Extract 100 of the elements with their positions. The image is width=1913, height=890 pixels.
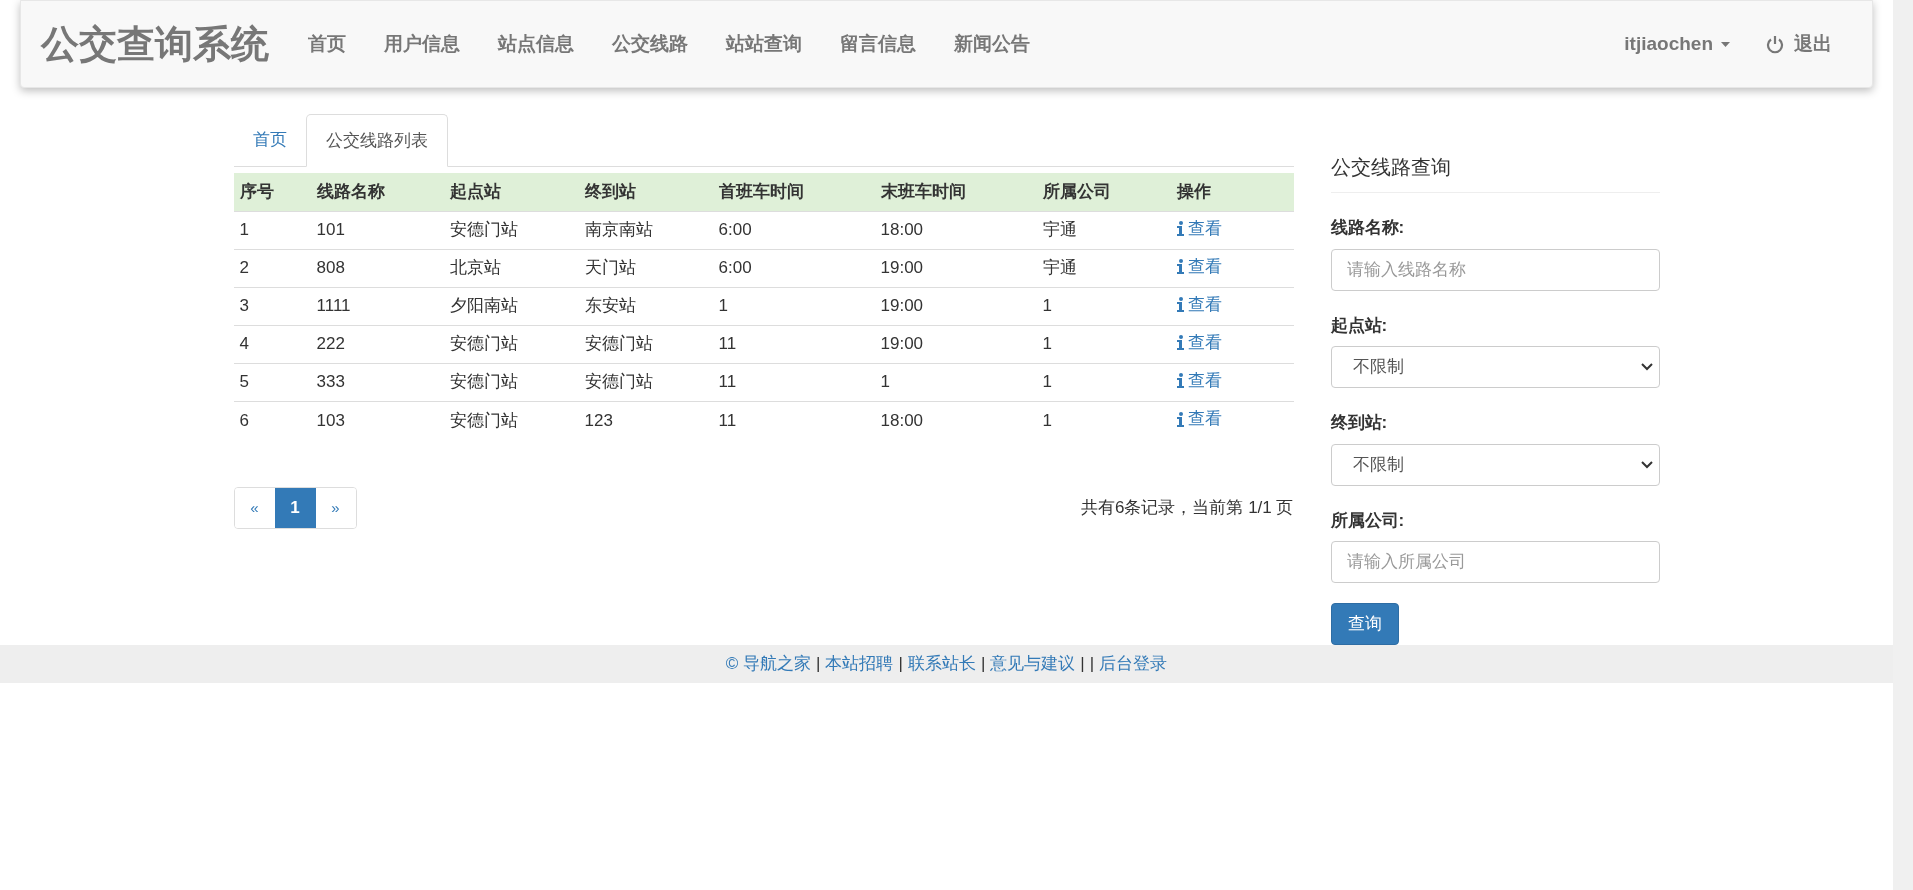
table-cell: 19:00 <box>874 287 1037 325</box>
info-icon <box>1176 335 1184 351</box>
table-cell: 18:00 <box>874 401 1037 439</box>
column-header: 终到站 <box>578 173 713 211</box>
input-field[interactable]: 请输入线路名称 <box>1330 248 1660 291</box>
info-icon <box>1176 221 1184 237</box>
field-label: 线路名称: <box>1330 217 1406 239</box>
table-cell: 安德门站 <box>443 363 579 401</box>
footer-link[interactable]: © 导航之家 <box>725 651 812 677</box>
table-cell: 1 <box>1036 401 1171 439</box>
separator: | <box>816 653 821 676</box>
table-cell: 6:00 <box>712 211 875 249</box>
column-header: 首班车时间 <box>712 173 875 211</box>
table-cell: 安德门站 <box>578 363 713 401</box>
table-cell: 19:00 <box>874 249 1037 287</box>
table-cell: 11 <box>712 401 875 439</box>
footer-link[interactable]: 意见与建议 <box>990 651 1076 677</box>
select-field[interactable]: 不限制 <box>1330 443 1660 486</box>
table-cell: 222 <box>310 325 444 363</box>
info-icon <box>1176 297 1184 313</box>
chevron-down-icon <box>1640 363 1653 371</box>
table-cell: 103 <box>310 401 444 439</box>
column-header: 所属公司 <box>1036 173 1171 211</box>
select-field[interactable]: 不限制 <box>1330 346 1660 388</box>
table-cell: 夕阳南站 <box>443 287 579 325</box>
separator: | <box>980 653 986 676</box>
table-cell: 19:00 <box>874 325 1037 363</box>
tab[interactable]: 首页 <box>233 114 306 166</box>
tab[interactable]: 公交线路列表 <box>305 114 448 167</box>
view-link[interactable]: 查看 <box>1176 254 1222 280</box>
table-cell: 2 <box>233 249 311 287</box>
table-cell: 安德门站 <box>443 211 579 249</box>
info-icon <box>1176 411 1184 427</box>
page-button[interactable]: 1 <box>274 488 316 528</box>
input-field[interactable]: 请输入所属公司 <box>1330 541 1660 583</box>
table-cell: 6:00 <box>712 249 875 287</box>
table-cell: 1 <box>233 211 311 249</box>
table-cell: 123 <box>578 401 713 439</box>
nav-link[interactable]: 留言信息 <box>821 29 935 59</box>
table-cell: 南京南站 <box>578 211 713 249</box>
table-cell: 5 <box>233 363 311 401</box>
table-cell: 11 <box>712 325 875 363</box>
footer-link[interactable]: 后台登录 <box>1099 651 1168 677</box>
user-menu[interactable]: itjiaochen <box>1624 29 1730 59</box>
view-link[interactable]: 查看 <box>1176 216 1222 242</box>
view-link[interactable]: 查看 <box>1176 330 1222 356</box>
table-cell: 18:00 <box>874 211 1037 249</box>
nav-link[interactable]: 站点信息 <box>479 29 593 59</box>
table-cell: 4 <box>233 325 311 363</box>
table-cell: 1 <box>1036 325 1171 363</box>
nav-link[interactable]: 公交线路 <box>593 29 707 59</box>
footer-link[interactable]: 联系站长 <box>907 651 976 677</box>
separator: | <box>1089 653 1095 676</box>
view-link[interactable]: 查看 <box>1176 292 1222 318</box>
table-cell: 宇通 <box>1036 211 1171 249</box>
nav-link[interactable]: 用户信息 <box>365 29 479 59</box>
table-cell: 6 <box>233 401 311 439</box>
record-summary: 共有6条记录，当前第 1/1 页 <box>1080 497 1294 520</box>
table-cell: 1 <box>712 287 875 325</box>
table-cell: 安德门站 <box>443 401 579 439</box>
table-cell: 1111 <box>310 287 444 325</box>
field-label: 所属公司: <box>1330 509 1406 532</box>
caret-icon <box>1721 41 1730 47</box>
table-cell: 333 <box>310 363 444 401</box>
table-cell: 安德门站 <box>578 325 713 363</box>
column-header: 操作 <box>1170 173 1294 211</box>
separator: | <box>898 653 903 676</box>
table-cell: 808 <box>310 249 444 287</box>
table-cell: 1 <box>1036 287 1171 325</box>
chevron-down-icon <box>1640 460 1653 469</box>
table-cell: 天门站 <box>578 249 713 287</box>
table-cell: 3 <box>233 287 311 325</box>
table-cell: 11 <box>712 363 875 401</box>
panel-title: 公交线路查询 <box>1330 152 1660 193</box>
table-cell: 1 <box>874 363 1037 401</box>
table-cell: 101 <box>310 211 444 249</box>
column-header: 起点站 <box>443 173 579 211</box>
table-cell: 安德门站 <box>443 325 579 363</box>
logout-link[interactable]: 退出 <box>1766 29 1832 59</box>
table-cell: 宇通 <box>1036 249 1171 287</box>
nav-link[interactable]: 站站查询 <box>707 29 821 59</box>
footer-link[interactable]: 本站招聘 <box>825 651 894 677</box>
nav-link[interactable]: 首页 <box>289 29 365 59</box>
column-header: 末班车时间 <box>874 173 1037 211</box>
field-label: 终到站: <box>1330 412 1389 434</box>
separator: | <box>1080 653 1085 676</box>
table-cell: 1 <box>1036 363 1171 401</box>
search-button[interactable]: 查询 <box>1330 603 1399 645</box>
table-cell: 东安站 <box>578 287 713 325</box>
nav-link[interactable]: 新闻公告 <box>935 29 1049 59</box>
field-label: 起点站: <box>1330 314 1389 337</box>
info-icon <box>1176 259 1184 275</box>
column-header: 线路名称 <box>310 173 444 211</box>
brand-title[interactable]: 公交查询系统 <box>41 15 269 73</box>
view-link[interactable]: 查看 <box>1176 406 1222 432</box>
column-header: 序号 <box>233 173 311 211</box>
info-icon <box>1176 373 1184 389</box>
table-cell: 北京站 <box>443 249 579 287</box>
power-icon <box>1766 34 1784 54</box>
view-link[interactable]: 查看 <box>1176 368 1222 394</box>
